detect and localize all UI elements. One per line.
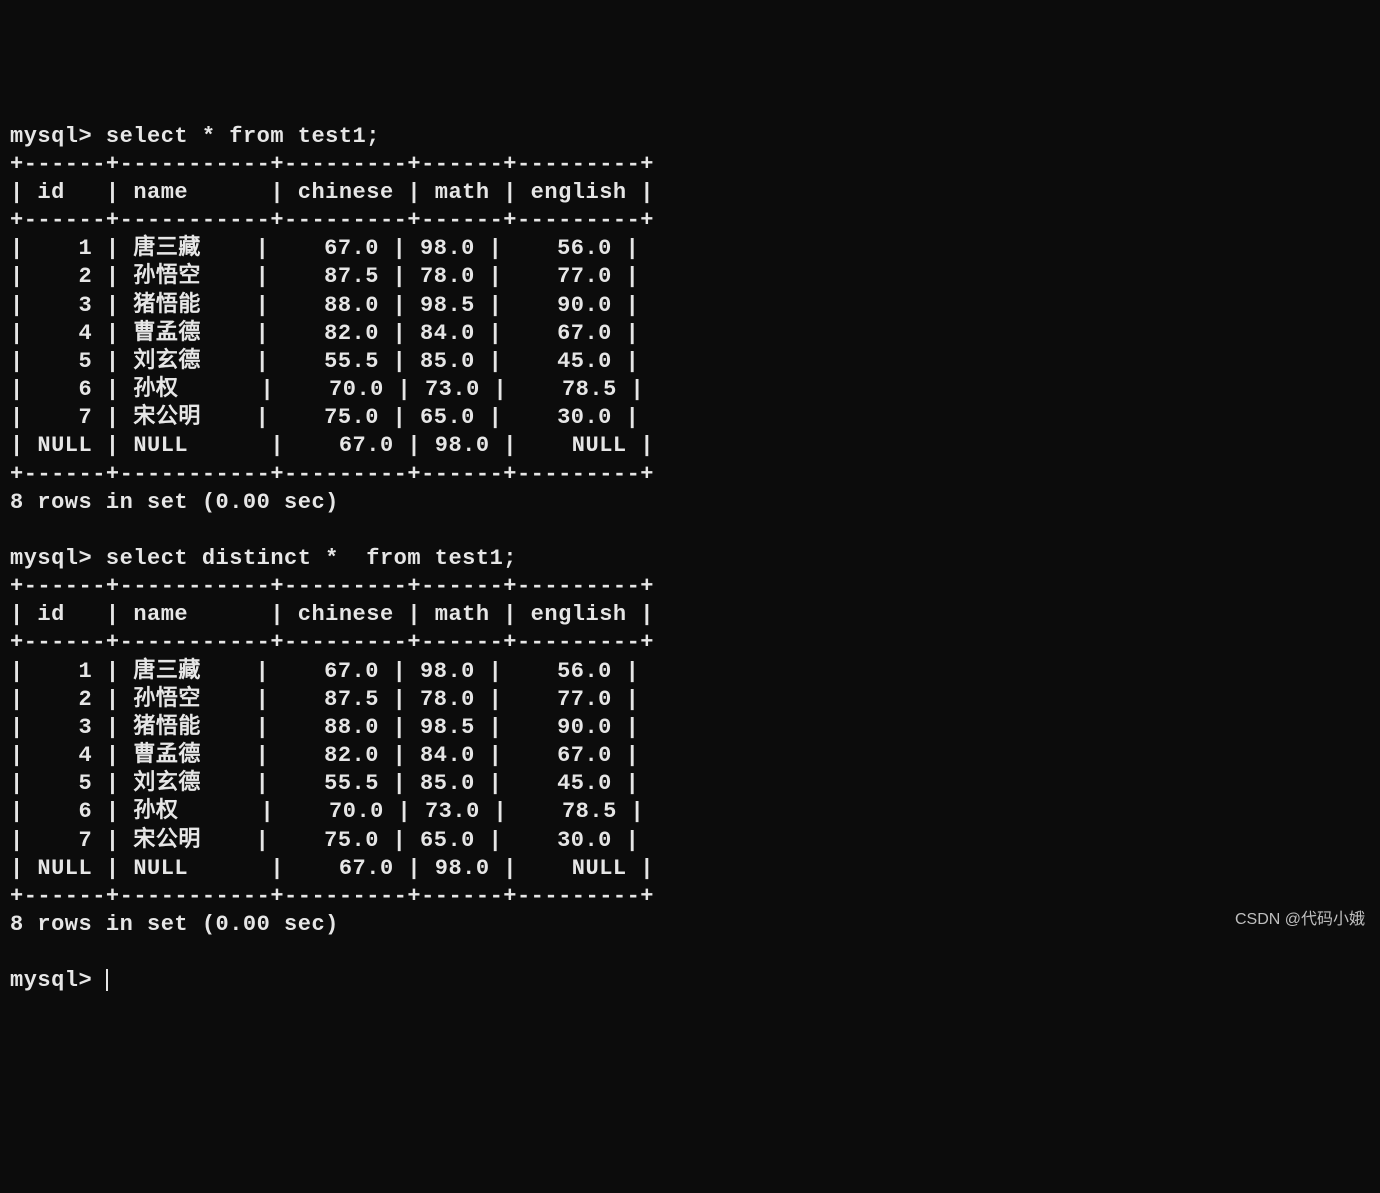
query-1: select * from test1; [106, 124, 380, 149]
table-row: | 1 | 唐三藏 | 67.0 | 98.0 | 56.0 | [10, 236, 639, 261]
result-message: 8 rows in set (0.00 sec) [10, 490, 339, 515]
table-border: +------+-----------+---------+------+---… [10, 152, 654, 177]
mysql-prompt: mysql> [10, 546, 92, 571]
table-border: +------+-----------+---------+------+---… [10, 208, 654, 233]
table-border: +------+-----------+---------+------+---… [10, 884, 654, 909]
mysql-prompt: mysql> [10, 968, 92, 993]
terminal-output: mysql> select * from test1; +------+----… [10, 123, 1370, 996]
table-row: | 5 | 刘玄德 | 55.5 | 85.0 | 45.0 | [10, 771, 639, 796]
table-row: | 4 | 曹孟德 | 82.0 | 84.0 | 67.0 | [10, 321, 639, 346]
table-header: | id | name | chinese | math | english | [10, 180, 654, 205]
table-row: | 1 | 唐三藏 | 67.0 | 98.0 | 56.0 | [10, 659, 639, 684]
table-border: +------+-----------+---------+------+---… [10, 462, 654, 487]
table-row: | 2 | 孙悟空 | 87.5 | 78.0 | 77.0 | [10, 264, 639, 289]
query-2: select distinct * from test1; [106, 546, 517, 571]
table-row: | 4 | 曹孟德 | 82.0 | 84.0 | 67.0 | [10, 743, 639, 768]
table-row: | 7 | 宋公明 | 75.0 | 65.0 | 30.0 | [10, 405, 639, 430]
table-row: | 7 | 宋公明 | 75.0 | 65.0 | 30.0 | [10, 828, 639, 853]
watermark: CSDN @代码小娥 [1235, 910, 1365, 930]
table-row: | 3 | 猪悟能 | 88.0 | 98.5 | 90.0 | [10, 293, 639, 318]
cursor[interactable] [106, 969, 108, 991]
result-message: 8 rows in set (0.00 sec) [10, 912, 339, 937]
table-border: +------+-----------+---------+------+---… [10, 574, 654, 599]
mysql-prompt: mysql> [10, 124, 92, 149]
table-row: | NULL | NULL | 67.0 | 98.0 | NULL | [10, 433, 654, 458]
table-row: | 5 | 刘玄德 | 55.5 | 85.0 | 45.0 | [10, 349, 639, 374]
table-row: | NULL | NULL | 67.0 | 98.0 | NULL | [10, 856, 654, 881]
table-border: +------+-----------+---------+------+---… [10, 630, 654, 655]
table-header: | id | name | chinese | math | english | [10, 602, 654, 627]
table-row: | 2 | 孙悟空 | 87.5 | 78.0 | 77.0 | [10, 687, 639, 712]
table-row: | 3 | 猪悟能 | 88.0 | 98.5 | 90.0 | [10, 715, 639, 740]
table-row: | 6 | 孙权 | 70.0 | 73.0 | 78.5 | [10, 377, 644, 402]
table-row: | 6 | 孙权 | 70.0 | 73.0 | 78.5 | [10, 799, 644, 824]
